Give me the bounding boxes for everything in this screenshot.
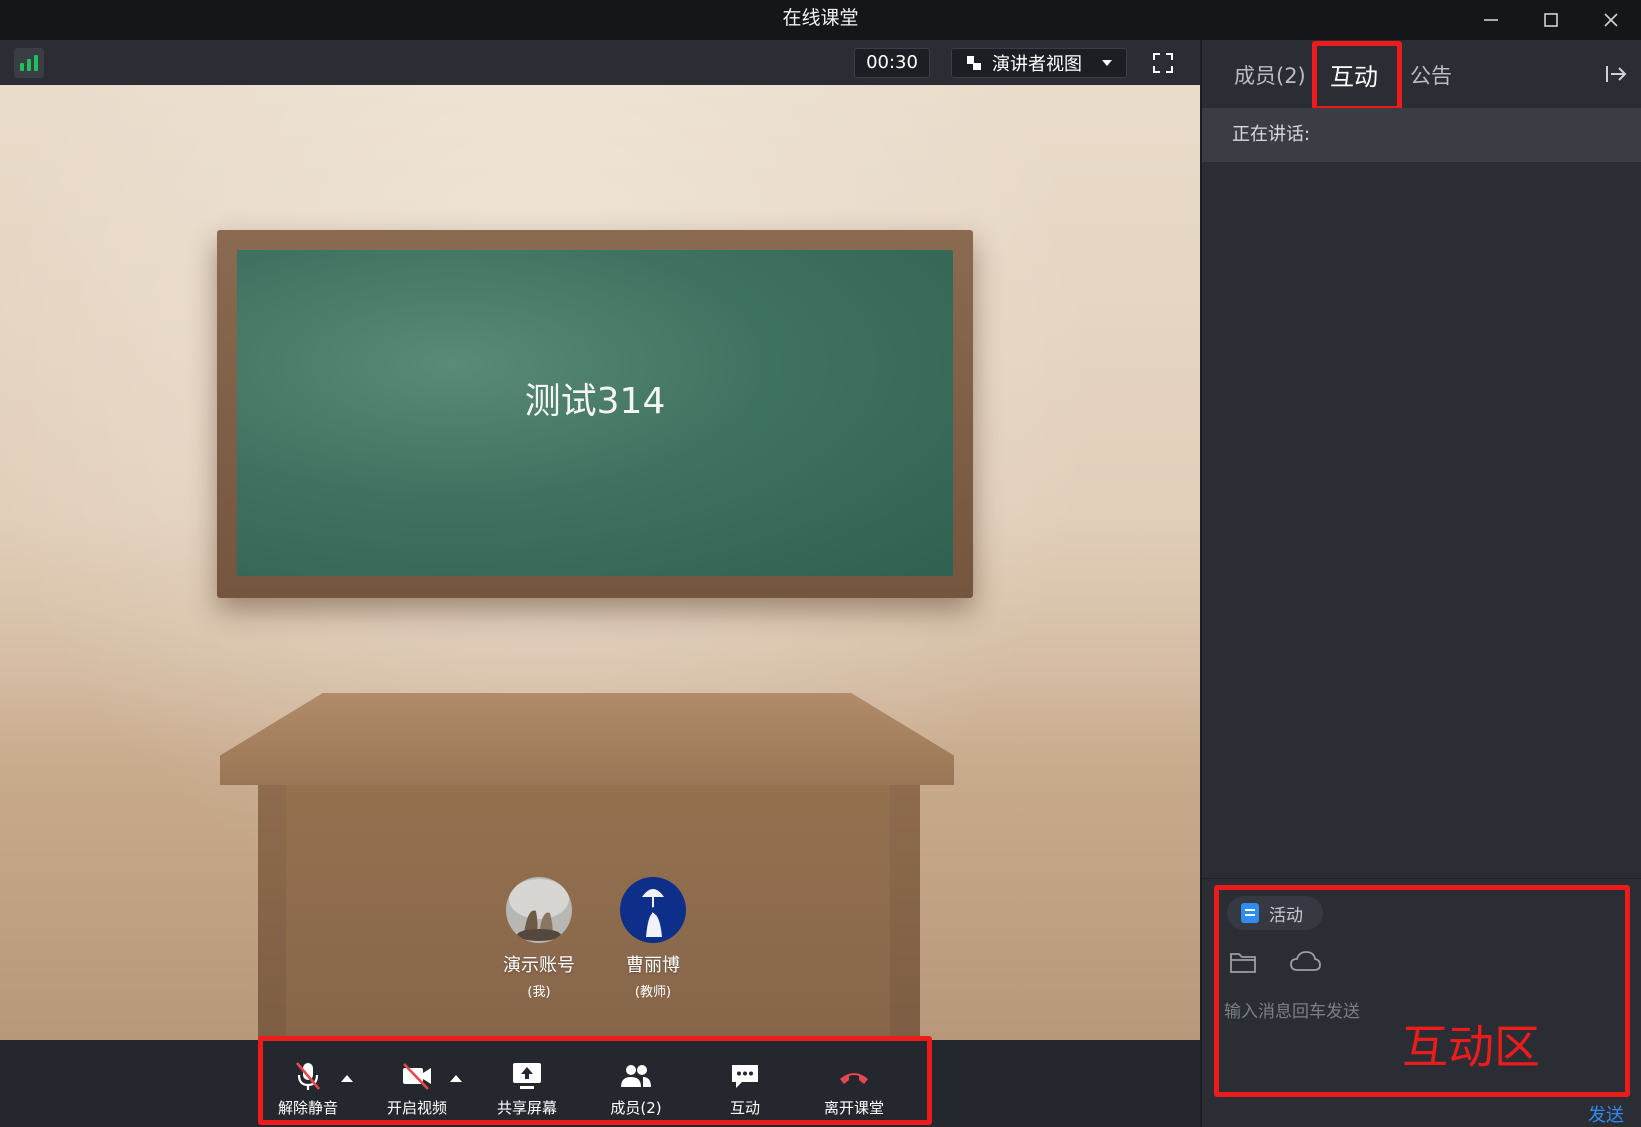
send-button[interactable]: 发送 — [1588, 1101, 1624, 1127]
audio-options-caret-icon[interactable] — [341, 1075, 353, 1082]
video-toolbar: 00:30 演讲者视图 — [0, 40, 1200, 85]
fullscreen-icon — [1153, 53, 1173, 73]
hang-up-icon — [840, 1073, 868, 1084]
camera-off-icon — [403, 1063, 431, 1090]
blackboard: 测试314 — [217, 230, 973, 598]
tab-highlight — [1312, 41, 1402, 111]
collapse-panel-icon[interactable] — [1604, 62, 1628, 86]
chat-input-area: 活动 互动区 发送 — [1202, 878, 1641, 1127]
minimize-button[interactable] — [1461, 0, 1521, 40]
avatar — [620, 877, 686, 943]
interact-label: 互动 — [729, 1099, 760, 1117]
folder-icon[interactable] — [1228, 947, 1258, 977]
activity-label: 活动 — [1269, 905, 1303, 926]
window-title: 在线课堂 — [782, 7, 859, 29]
chevron-down-icon — [1102, 60, 1112, 66]
start-video-button[interactable]: 开启视频 — [367, 1059, 467, 1118]
start-video-label: 开启视频 — [386, 1099, 447, 1117]
title-bar: 在线课堂 — [0, 0, 1641, 40]
mic-muted-icon — [296, 1062, 320, 1090]
control-bar-highlight: 解除静音 开启视频 共享屏幕 成员(2) 互动 离开课堂 — [258, 1036, 932, 1125]
video-options-caret-icon[interactable] — [450, 1075, 462, 1082]
unmute-button[interactable]: 解除静音 — [258, 1059, 358, 1118]
activity-button[interactable]: 活动 — [1227, 896, 1323, 930]
side-panel: 成员(2) 互动 公告 正在讲话: 活动 互动区 发送 — [1201, 40, 1641, 1127]
view-mode-dropdown[interactable]: 演讲者视图 — [951, 48, 1127, 78]
unmute-label: 解除静音 — [277, 1099, 338, 1117]
fullscreen-button[interactable] — [1148, 48, 1178, 78]
members-label: 成员(2) — [610, 1099, 662, 1117]
leave-class-button[interactable]: 离开课堂 — [804, 1059, 904, 1118]
participant-name: 曹丽博 — [626, 955, 680, 976]
share-screen-label: 共享屏幕 — [496, 1099, 557, 1117]
desk-illustration — [220, 693, 954, 785]
members-icon — [621, 1065, 651, 1087]
leave-class-label: 离开课堂 — [823, 1099, 884, 1117]
share-screen-button[interactable]: 共享屏幕 — [477, 1059, 577, 1118]
minimize-icon — [1484, 19, 1498, 21]
share-screen-icon — [513, 1063, 541, 1089]
maximize-button[interactable] — [1521, 0, 1581, 40]
chat-message-list[interactable] — [1202, 162, 1641, 877]
participant-role: (教师) — [634, 985, 672, 1000]
participant-name: 演示账号 — [503, 955, 575, 976]
class-timer: 00:30 — [854, 48, 930, 78]
classroom-stage: 测试314 演示账号 (我) 曹丽博 (教师) — [0, 85, 1200, 1040]
side-panel-tabs: 成员(2) 互动 公告 — [1202, 40, 1641, 111]
view-mode-label: 演讲者视图 — [992, 54, 1082, 75]
close-button[interactable] — [1581, 0, 1641, 40]
interact-button[interactable]: 互动 — [695, 1059, 795, 1118]
maximize-icon — [1544, 13, 1558, 27]
tab-announcement[interactable]: 公告 — [1410, 60, 1452, 90]
members-button[interactable]: 成员(2) — [586, 1059, 686, 1118]
participant-teacher[interactable]: 曹丽博 (教师) — [608, 877, 698, 1000]
participant-self[interactable]: 演示账号 (我) — [494, 877, 584, 1000]
avatar — [506, 877, 572, 943]
signal-bars-icon[interactable] — [14, 48, 44, 78]
interaction-zone-annotation: 互动区 — [1402, 1020, 1540, 1074]
cloud-icon[interactable] — [1288, 947, 1322, 977]
participant-role: (我) — [527, 985, 551, 1000]
tab-members[interactable]: 成员(2) — [1234, 60, 1306, 90]
document-icon — [1241, 903, 1259, 923]
blackboard-title: 测试314 — [524, 381, 666, 422]
layout-icon — [967, 56, 981, 70]
chat-bubble-icon — [732, 1065, 758, 1088]
speaking-indicator: 正在讲话: — [1202, 108, 1641, 162]
close-icon — [1604, 13, 1618, 27]
